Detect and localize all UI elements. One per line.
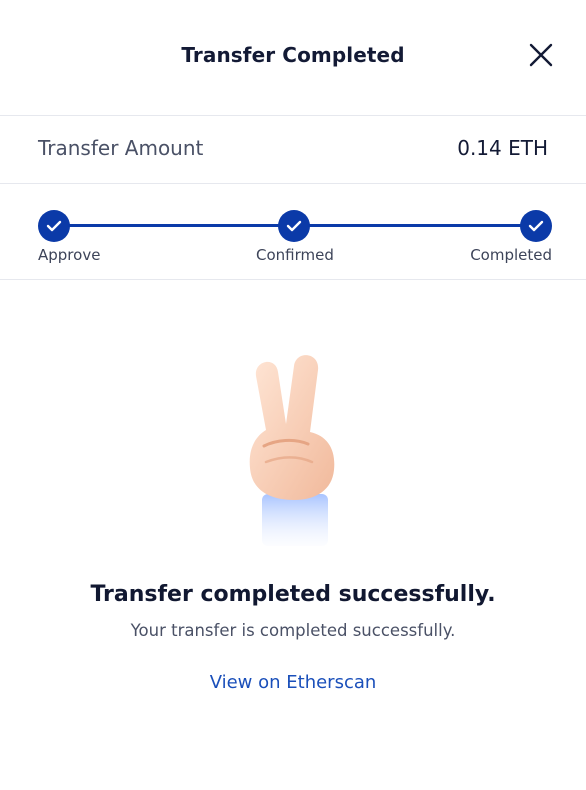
transfer-completed-modal: Transfer Completed Transfer Amount 0.14 … xyxy=(0,0,586,790)
step-completed-indicator xyxy=(520,210,552,242)
modal-title: Transfer Completed xyxy=(181,43,405,67)
transfer-amount-value: 0.14 ETH xyxy=(457,136,548,160)
step-confirmed-indicator xyxy=(278,210,310,242)
stepper-divider xyxy=(0,279,586,280)
transfer-amount-row: Transfer Amount 0.14 ETH xyxy=(0,116,586,183)
view-on-etherscan-link[interactable]: View on Etherscan xyxy=(0,672,586,693)
success-title: Transfer completed successfully. xyxy=(90,582,496,607)
check-icon xyxy=(528,220,544,232)
transfer-amount-label: Transfer Amount xyxy=(38,136,204,160)
step-confirmed-label: Confirmed xyxy=(256,246,334,264)
success-subtitle: Your transfer is completed successfully. xyxy=(130,621,456,640)
check-icon xyxy=(286,220,302,232)
check-icon xyxy=(46,220,62,232)
step-approve-indicator xyxy=(38,210,70,242)
close-icon[interactable] xyxy=(527,41,555,69)
modal-header: Transfer Completed xyxy=(0,0,586,115)
step-approve-label: Approve xyxy=(38,246,101,264)
step-completed-label: Completed xyxy=(470,246,552,264)
progress-stepper: Approve Confirmed Completed xyxy=(0,184,586,279)
peace-hand-icon xyxy=(236,346,356,546)
